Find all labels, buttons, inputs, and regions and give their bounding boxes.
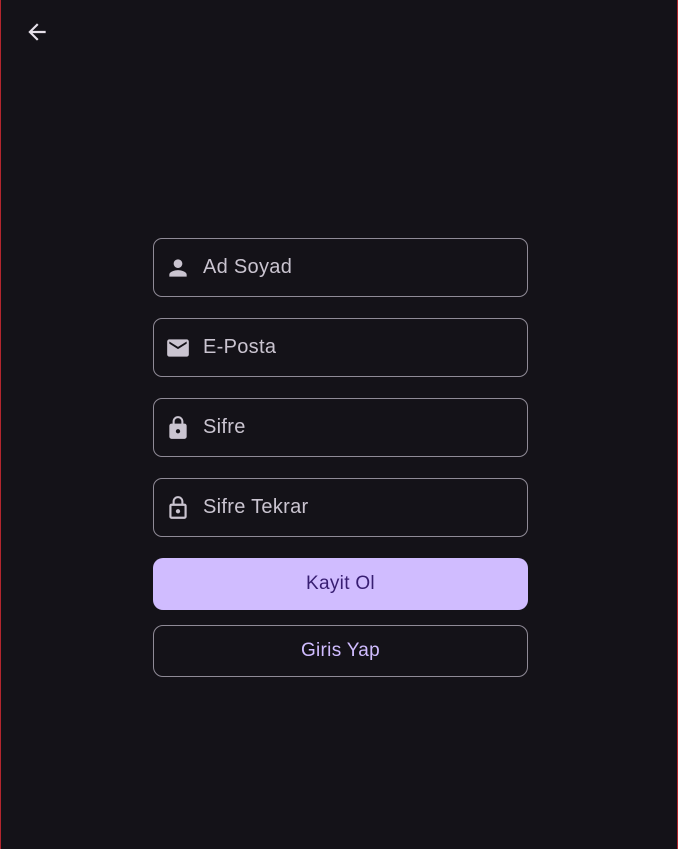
login-button[interactable]: Giris Yap [153, 625, 528, 677]
name-input[interactable] [203, 239, 515, 296]
mail-icon [165, 335, 191, 361]
lock-icon [165, 415, 191, 441]
back-button[interactable] [15, 12, 59, 56]
name-field[interactable] [153, 238, 528, 297]
app-window: Kayit Ol Giris Yap [0, 0, 678, 849]
email-field[interactable] [153, 318, 528, 377]
register-button[interactable]: Kayit Ol [153, 558, 528, 610]
register-form: Kayit Ol Giris Yap [153, 238, 528, 677]
arrow-back-icon [24, 19, 50, 50]
person-icon [165, 255, 191, 281]
password-field[interactable] [153, 398, 528, 457]
password-repeat-field[interactable] [153, 478, 528, 537]
email-input[interactable] [203, 319, 515, 376]
lock-outline-icon [165, 495, 191, 521]
password-input[interactable] [203, 399, 515, 456]
password-repeat-input[interactable] [203, 479, 515, 536]
